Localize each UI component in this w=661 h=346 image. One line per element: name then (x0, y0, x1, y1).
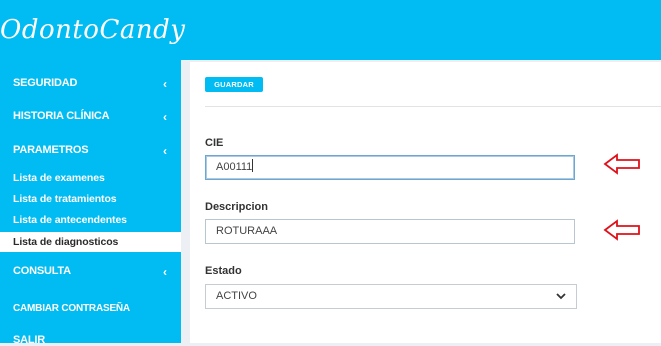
sidebar-item-label: CAMBIAR CONTRASEÑA (13, 303, 130, 314)
app-logo[interactable]: OdontoCandy (0, 0, 185, 60)
divider (205, 106, 661, 107)
estado-select[interactable]: ACTIVO (205, 284, 577, 309)
submenu-item-tratamientos[interactable]: Lista de tratamientos (0, 189, 181, 209)
chevron-down-icon (556, 293, 566, 300)
sidebar-item-label: HISTORIA CLÍNICA (13, 110, 110, 122)
submenu-item-label: Lista de examenes (13, 172, 105, 184)
descripcion-value: ROTURAAA (216, 225, 278, 237)
descripcion-label: Descripcion (205, 201, 268, 213)
sidebar-item-label: CONSULTA (13, 265, 71, 277)
submenu-item-diagnosticos[interactable]: Lista de diagnosticos (0, 232, 181, 252)
submenu-item-examenes[interactable]: Lista de examenes (0, 168, 181, 188)
cie-input[interactable]: A00111 (205, 155, 575, 180)
cie-label: CIE (205, 137, 224, 149)
submenu-item-antecendentes[interactable]: Lista de antecendentes (0, 210, 181, 230)
submenu-item-label: Lista de diagnosticos (13, 236, 119, 248)
cie-value: A00111 (216, 161, 253, 173)
estado-value: ACTIVO (216, 290, 257, 302)
submenu-item-label: Lista de antecendentes (13, 214, 127, 226)
text-caret (252, 159, 254, 172)
chevron-left-icon: ‹ (163, 265, 167, 279)
sidebar-item-label: SEGURIDAD (13, 77, 78, 89)
left-arrow-icon (603, 153, 640, 175)
submenu-item-label: Lista de tratamientos (13, 193, 117, 205)
left-arrow-icon (603, 219, 640, 241)
sidebar: SEGURIDAD ‹ HISTORIA CLÍNICA ‹ PARAMETRO… (0, 60, 181, 346)
chevron-left-icon: ‹ (163, 77, 167, 91)
sidebar-item-label: PARAMETROS (13, 144, 89, 156)
estado-label: Estado (205, 265, 242, 277)
descripcion-input[interactable]: ROTURAAA (205, 219, 575, 244)
chevron-left-icon: ‹ (163, 110, 167, 124)
sidebar-item-label: SALIR (13, 334, 46, 346)
chevron-left-icon: ‹ (163, 144, 167, 158)
save-button[interactable]: GUARDAR (205, 77, 263, 92)
